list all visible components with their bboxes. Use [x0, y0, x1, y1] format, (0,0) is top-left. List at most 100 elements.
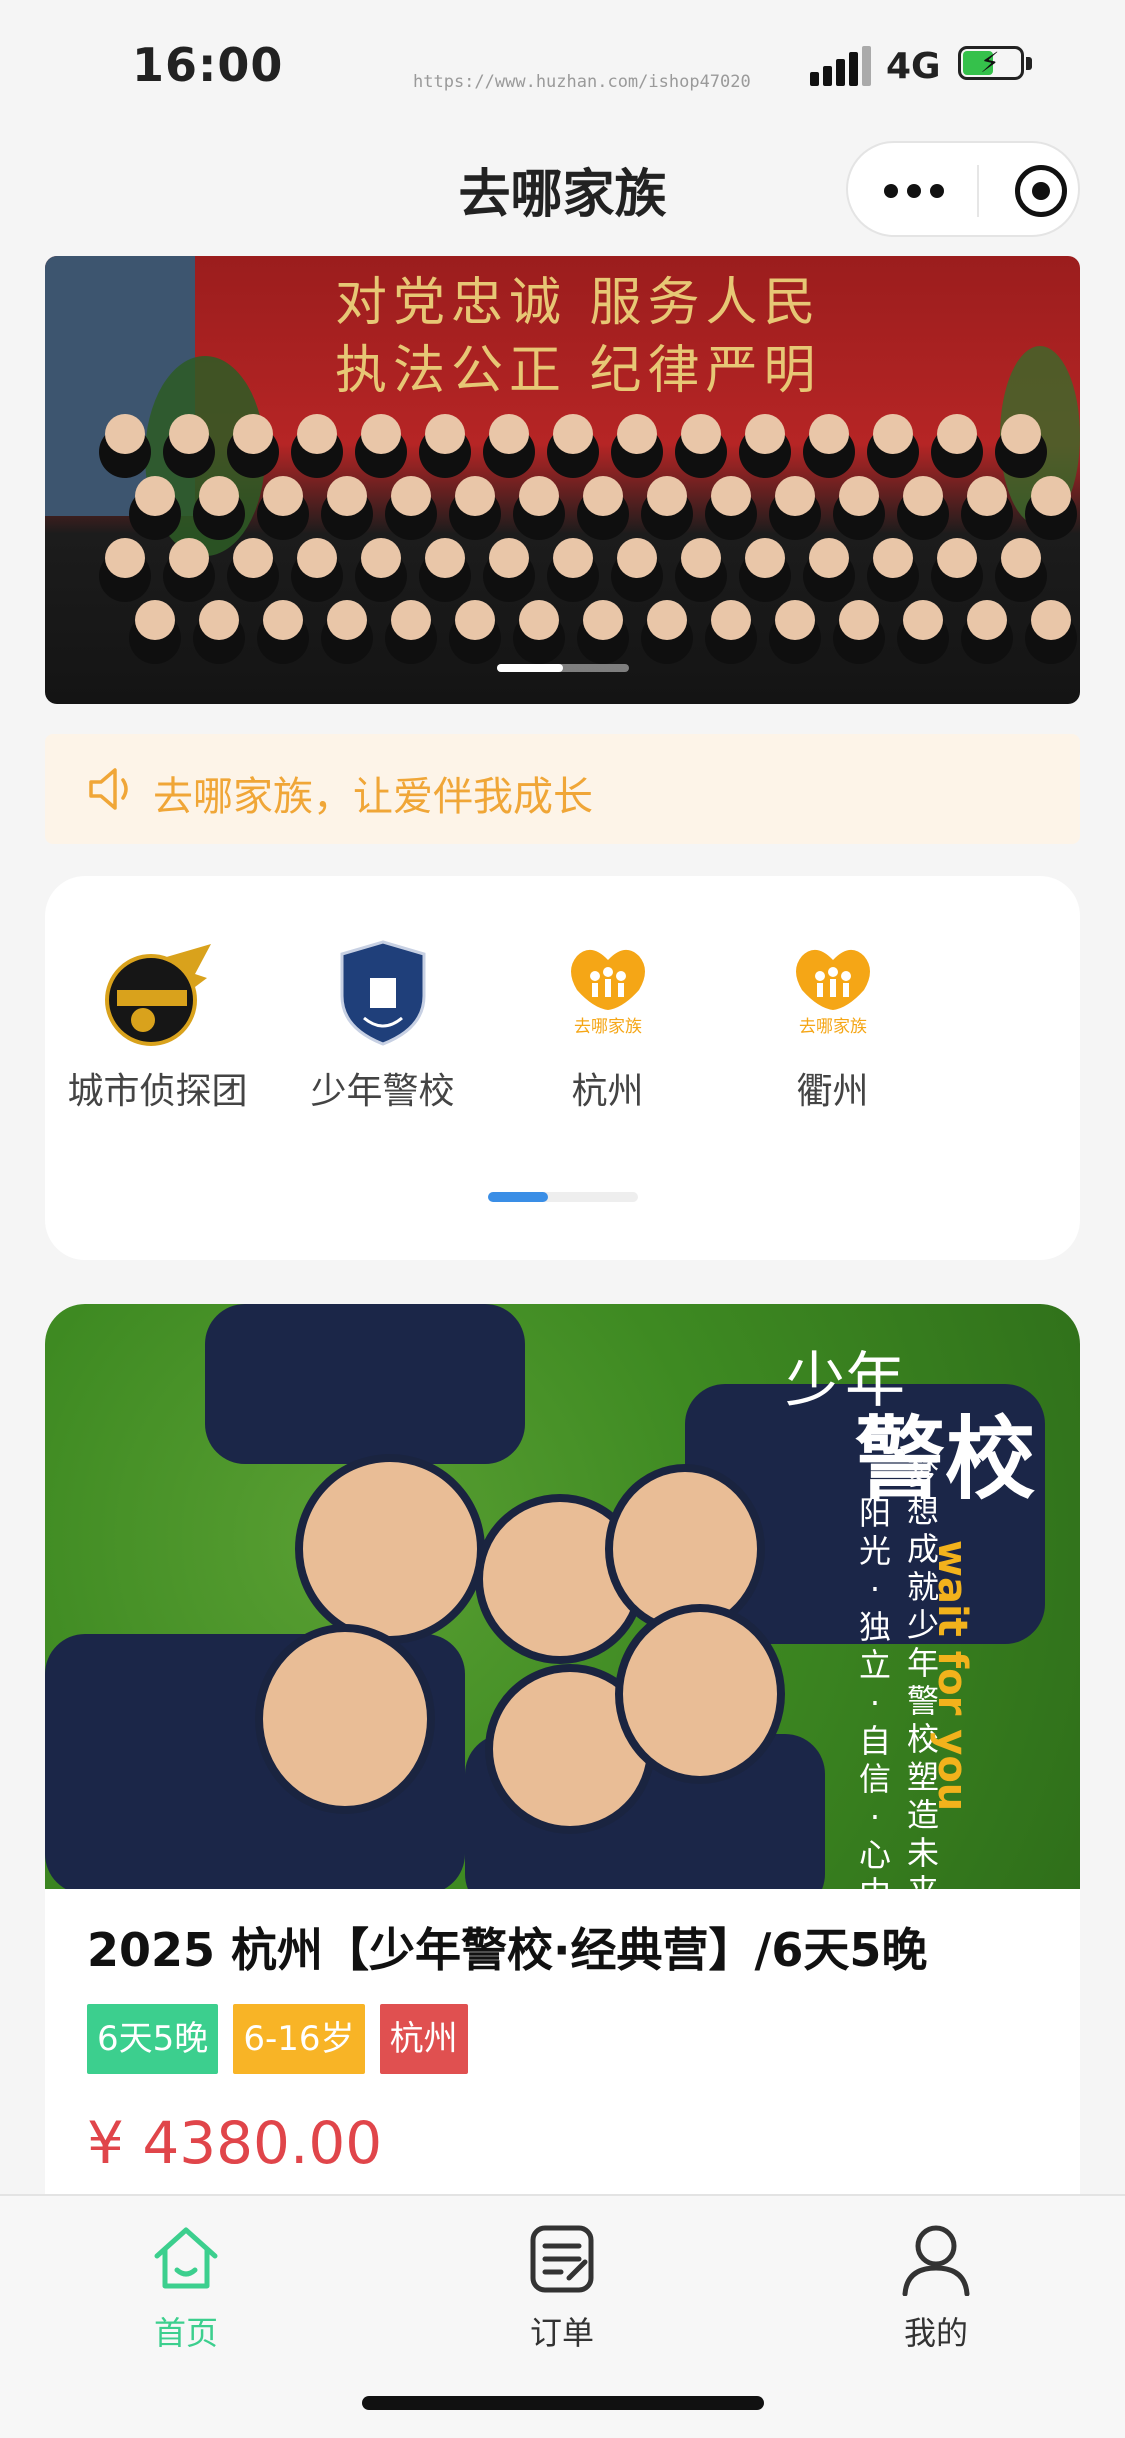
banner-person	[839, 600, 879, 640]
category-hangzhou[interactable]: 去哪家族 杭州	[495, 938, 720, 1114]
tag-duration: 6天5晚	[87, 2004, 219, 2074]
banner-person	[553, 538, 593, 578]
banner-person	[775, 476, 815, 516]
category-scroll-indicator	[488, 1192, 638, 1202]
tab-home[interactable]: 首页	[96, 2222, 276, 2354]
banner-person	[839, 476, 879, 516]
home-indicator[interactable]	[362, 2396, 764, 2410]
category-card: 城市侦探团 少年警校 去哪家族 杭州 去哪家族 衢州	[45, 876, 1080, 1260]
banner-person	[681, 538, 721, 578]
banner-person	[489, 538, 529, 578]
banner-person	[647, 476, 687, 516]
svg-text:去哪家族: 去哪家族	[799, 1017, 867, 1037]
home-icon	[154, 2227, 218, 2289]
more-dots-icon[interactable]	[884, 177, 944, 205]
carousel-indicator	[497, 664, 629, 672]
banner-person	[711, 600, 751, 640]
banner-person	[263, 476, 303, 516]
banner-person	[327, 600, 367, 640]
banner-person	[553, 414, 593, 454]
battery-charging-icon: ⚡	[958, 46, 1034, 84]
police-school-badge	[328, 938, 438, 1048]
tab-label: 订单	[529, 2314, 594, 2352]
banner-person	[455, 476, 495, 516]
detective-team-logo	[103, 938, 213, 1048]
banner-person	[233, 538, 273, 578]
banner-person	[617, 414, 657, 454]
product-tags: 6天5晚 6-16岁 杭州	[87, 2004, 478, 2074]
category-label: 少年警校	[310, 1071, 455, 1112]
category-quzhou[interactable]: 去哪家族 衢州	[720, 938, 945, 1114]
capsule-divider	[977, 165, 979, 217]
product-price: ¥ 4380.00	[87, 2109, 383, 2177]
banner-person	[873, 538, 913, 578]
banner-person	[745, 414, 785, 454]
tab-profile[interactable]: 我的	[846, 2222, 1026, 2354]
banner-person	[583, 600, 623, 640]
banner-person	[647, 600, 687, 640]
banner-person	[1031, 600, 1071, 640]
tab-label: 首页	[153, 2314, 218, 2352]
banner-person	[455, 600, 495, 640]
speaker-icon	[89, 768, 128, 810]
category-label: 城市侦探团	[67, 1071, 248, 1112]
category-label: 杭州	[571, 1071, 644, 1112]
banner-slogan-line1: 对党忠诚 服务人民	[335, 273, 822, 333]
watermark-url: https://www.huzhan.com/ishop47020	[413, 72, 751, 92]
product-title[interactable]: 2025 杭州【少年警校·经典营】/6天5晚	[87, 1914, 927, 1980]
banner-person	[809, 538, 849, 578]
banner-person	[937, 414, 977, 454]
banner-person	[425, 414, 465, 454]
order-icon	[530, 2225, 594, 2293]
banner-person	[681, 414, 721, 454]
notice-text: 去哪家族，让爱伴我成长	[153, 774, 593, 820]
banner-person	[169, 414, 209, 454]
poster-english-text: wait for you	[929, 1540, 975, 1812]
banner-person	[873, 414, 913, 454]
banner-person	[809, 414, 849, 454]
banner-person	[391, 600, 431, 640]
status-bar: 16:00 https://www.huzhan.com/ishop47020 …	[0, 0, 1125, 130]
banner-person	[105, 414, 145, 454]
banner-person	[583, 476, 623, 516]
signal-icon	[810, 46, 871, 86]
banner-person	[361, 538, 401, 578]
banner-person	[233, 414, 273, 454]
banner-person	[297, 538, 337, 578]
target-circle-icon[interactable]	[1015, 165, 1067, 217]
banner-person	[1031, 476, 1071, 516]
notice-bar[interactable]: 去哪家族，让爱伴我成长	[45, 734, 1080, 844]
banner-person	[711, 476, 751, 516]
network-type: 4G	[886, 46, 941, 87]
poster-vertical-text-1: 阳光·独立·自信·心中有爱	[858, 1494, 891, 1889]
category-police-school[interactable]: 少年警校	[270, 938, 495, 1114]
banner-person	[937, 538, 977, 578]
banner-person	[1001, 414, 1041, 454]
tag-age: 6-16岁	[233, 2004, 365, 2074]
tag-city: 杭州	[379, 2004, 468, 2074]
banner-person	[297, 414, 337, 454]
banner-person	[135, 476, 175, 516]
user-icon	[902, 2225, 970, 2297]
mini-program-capsule	[846, 141, 1080, 237]
banner-group-photo	[105, 406, 1080, 704]
banner-person	[327, 476, 367, 516]
banner-slogan-line2: 执法公正 纪律严明	[335, 341, 822, 401]
banner-person	[745, 538, 785, 578]
quna-family-logo: 去哪家族	[553, 938, 663, 1048]
quna-family-logo: 去哪家族	[778, 938, 888, 1048]
banner-person	[519, 600, 559, 640]
banner-person	[361, 414, 401, 454]
banner-person	[169, 538, 209, 578]
status-time: 16:00	[132, 38, 284, 92]
banner-person	[775, 600, 815, 640]
tab-orders[interactable]: 订单	[472, 2222, 652, 2354]
banner-person	[425, 538, 465, 578]
banner-person	[903, 476, 943, 516]
banner-carousel[interactable]: 对党忠诚 服务人民 执法公正 纪律严明	[45, 256, 1080, 704]
category-city-detective[interactable]: 城市侦探团	[45, 938, 270, 1114]
banner-person	[967, 476, 1007, 516]
banner-person	[967, 600, 1007, 640]
product-card[interactable]: 少年 警校 阳光·独立·自信·心中有爱 梦想成就少年 警校塑造未来 wait f…	[45, 1304, 1080, 2204]
category-label: 衢州	[796, 1071, 869, 1112]
